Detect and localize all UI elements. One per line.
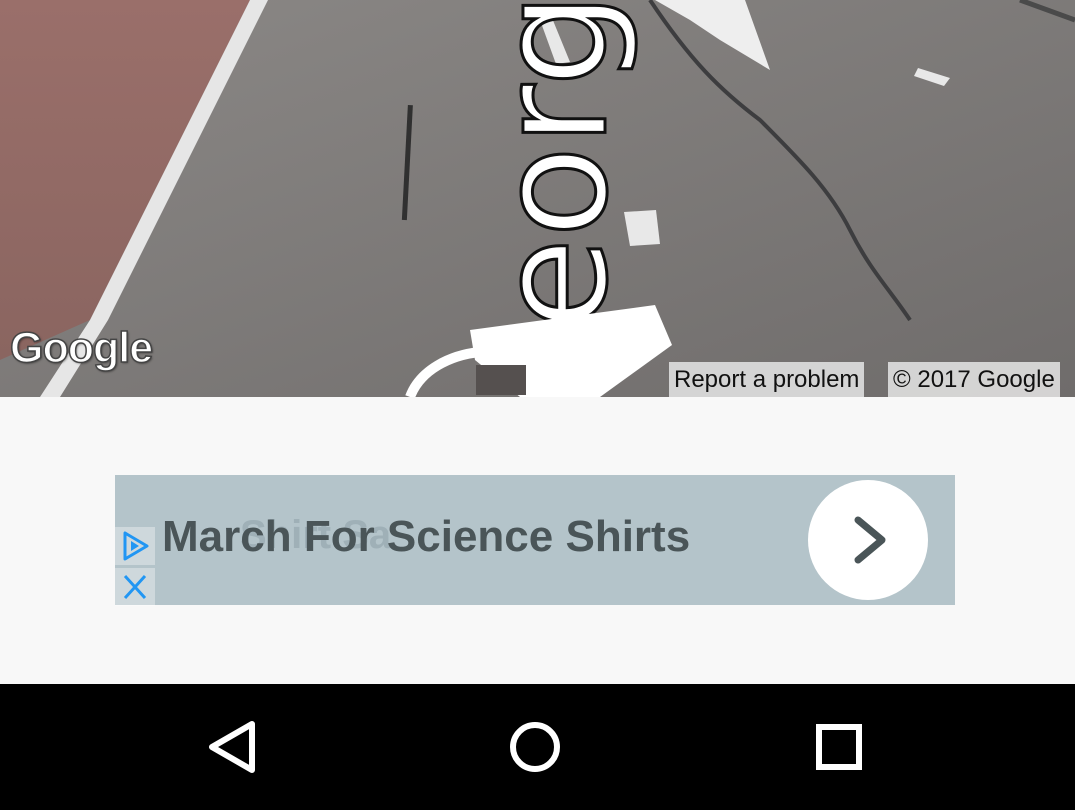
report-problem-link[interactable]: Report a problem — [669, 362, 865, 397]
ad-cta-button[interactable] — [808, 480, 928, 600]
close-icon — [123, 574, 147, 600]
google-logo: Google — [9, 323, 154, 373]
street-view-panorama[interactable]: eorge S Google Report a problem © 2017 G… — [0, 0, 1075, 397]
copyright-text: © 2017 Google — [888, 362, 1060, 397]
chevron-right-icon — [854, 516, 886, 564]
street-view-image: eorge S — [0, 0, 1075, 397]
back-triangle-icon — [209, 721, 255, 773]
system-nav-bar — [0, 684, 1075, 810]
ad-close-button[interactable] — [115, 568, 155, 606]
ad-choices-icon — [123, 531, 149, 561]
home-button[interactable] — [475, 684, 595, 810]
svg-text:eorge S: eorge S — [467, 0, 641, 330]
recents-square-icon — [816, 724, 862, 770]
recents-button[interactable] — [779, 684, 899, 810]
back-button[interactable] — [174, 684, 294, 810]
app-screen: eorge S Google Report a problem © 2017 G… — [0, 0, 1075, 810]
home-circle-icon — [510, 722, 560, 772]
ad-choices-button[interactable] — [115, 527, 155, 565]
ad-title[interactable]: March For Science Shirts — [162, 512, 690, 562]
